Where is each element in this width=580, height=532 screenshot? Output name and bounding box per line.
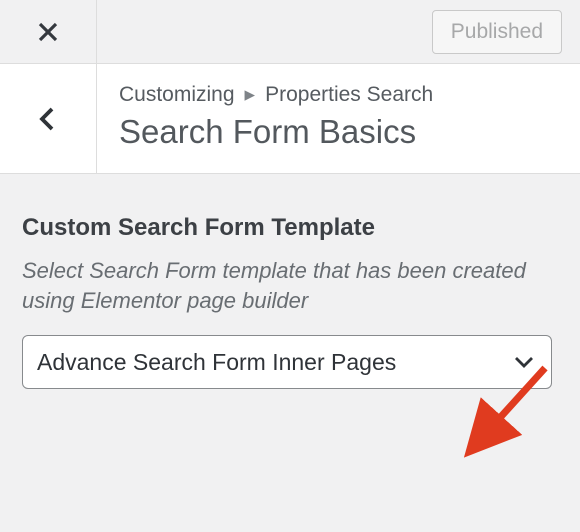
breadcrumb: Customizing ▸ Properties Search: [119, 82, 558, 107]
chevron-left-icon: [38, 105, 58, 133]
template-select[interactable]: Advance Search Form Inner Pages: [22, 335, 552, 389]
breadcrumb-section: Properties Search: [265, 83, 433, 107]
control-description: Select Search Form template that has bee…: [22, 256, 558, 315]
breadcrumb-root: Customizing: [119, 83, 235, 107]
breadcrumb-separator-icon: ▸: [245, 82, 256, 107]
top-bar: Published: [0, 0, 580, 64]
select-value: Advance Search Form Inner Pages: [37, 349, 396, 376]
close-button[interactable]: [0, 0, 97, 63]
published-button[interactable]: Published: [432, 10, 562, 54]
header: Customizing ▸ Properties Search Search F…: [0, 64, 580, 174]
back-button[interactable]: [0, 64, 97, 173]
close-icon: [36, 20, 60, 44]
content: Custom Search Form Template Select Searc…: [0, 174, 580, 411]
header-text: Customizing ▸ Properties Search Search F…: [97, 64, 580, 173]
chevron-down-icon: [513, 354, 535, 370]
page-title: Search Form Basics: [119, 113, 558, 151]
control-label: Custom Search Form Template: [22, 214, 558, 242]
top-bar-right: Published: [97, 0, 580, 63]
